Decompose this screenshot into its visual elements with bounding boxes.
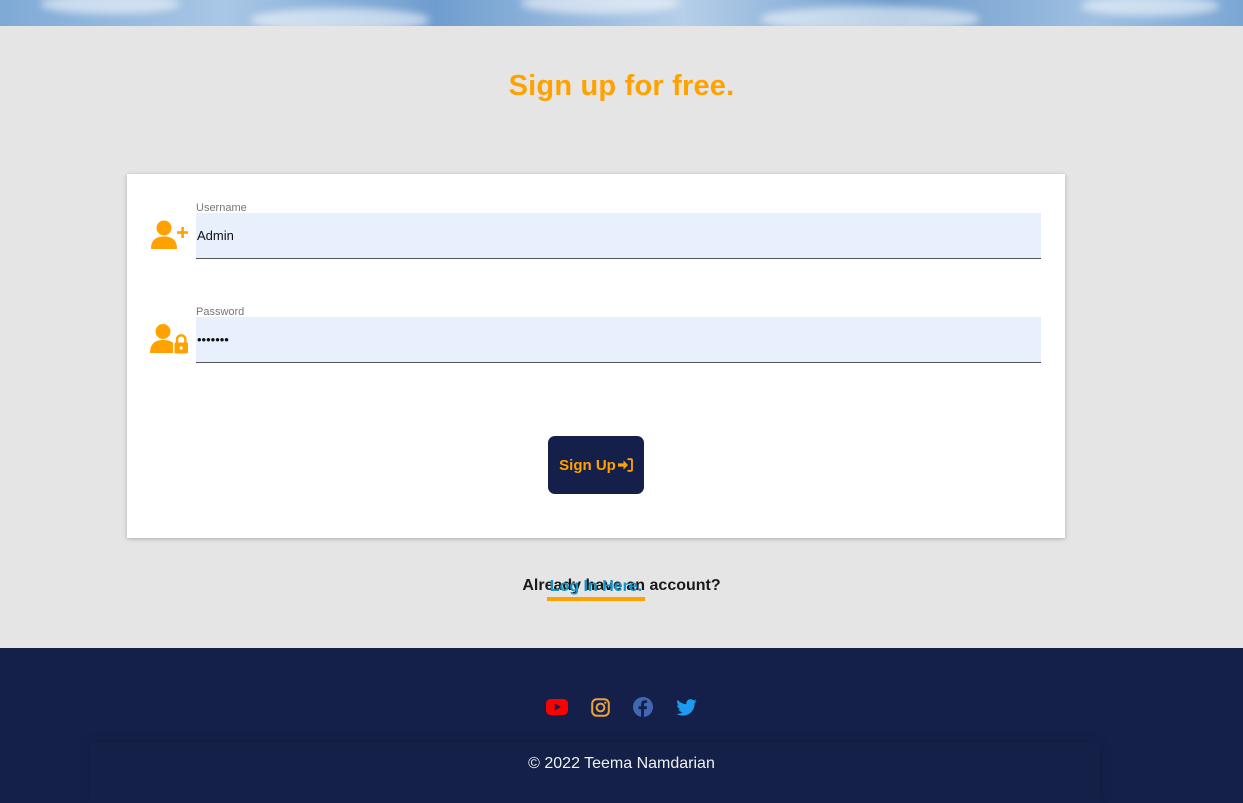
instagram-icon[interactable] [589, 696, 611, 718]
twitter-icon[interactable] [675, 696, 697, 718]
sign-up-button[interactable]: Sign Up [548, 436, 644, 494]
facebook-icon[interactable] [632, 696, 654, 718]
password-input[interactable] [196, 317, 1041, 363]
user-lock-icon [150, 322, 190, 356]
user-plus-icon [150, 218, 190, 252]
social-links [0, 696, 1243, 718]
log-in-link[interactable]: Log In Here. [547, 578, 645, 601]
sign-in-arrow-icon [617, 458, 633, 472]
youtube-icon[interactable] [546, 696, 568, 718]
copyright-text: © 2022 Teema Namdarian [528, 755, 715, 772]
main-content: Sign up for free. Username Password [0, 26, 1243, 648]
signup-form-card: Username Password Sign Up [127, 174, 1065, 538]
header-sky-banner [0, 0, 1243, 26]
username-input[interactable] [196, 213, 1041, 259]
footer: © 2022 Teema Namdarian [0, 648, 1243, 803]
sign-up-label: Sign Up [559, 456, 616, 474]
page-title: Sign up for free. [508, 70, 735, 102]
